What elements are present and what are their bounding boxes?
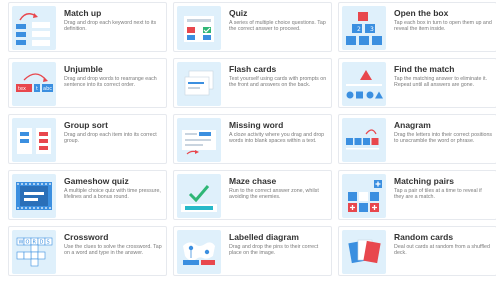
svg-text:2: 2 (357, 26, 361, 33)
template-card-flash-cards[interactable]: Flash cards Test yourself using cards wi… (173, 58, 332, 108)
template-card-match-up[interactable]: Match up Drag and drop each keyword next… (8, 2, 167, 52)
template-title: Open the box (394, 8, 449, 18)
template-description: Drag and drop the pins to their correct … (229, 244, 319, 257)
template-card-anagram[interactable]: Anagram Drag the letters into their corr… (338, 114, 496, 164)
template-description: Drag and drop words to rearrange each se… (64, 76, 157, 89)
template-grid: Match up Drag and drop each keyword next… (0, 0, 496, 281)
quiz-icon (177, 6, 221, 50)
template-card-maze-chase[interactable]: Maze chase Run to the correct answer zon… (173, 170, 332, 220)
find-the-match-icon (342, 62, 386, 106)
template-description: A series of multiple choice questions. T… (229, 20, 326, 33)
anagram-icon (342, 118, 386, 162)
unjumble-word: abc (43, 86, 52, 92)
template-card-quiz[interactable]: Quiz A series of multiple choice questio… (173, 2, 332, 52)
template-description: Drag and drop each item into its correct… (64, 132, 157, 145)
matching-pairs-icon (342, 174, 386, 218)
template-title: Labelled diagram (229, 232, 299, 242)
template-title: Crossword (64, 232, 109, 242)
template-description: A multiple choice quiz with time pressur… (64, 188, 161, 201)
template-card-matching-pairs[interactable]: Matching pairs Tap a pair of tiles at a … (338, 170, 496, 220)
template-title: Missing word (229, 120, 284, 130)
template-card-unjumble[interactable]: tex t abc Unjumble Drag and drop words t… (8, 58, 167, 108)
template-title: Group sort (64, 120, 108, 130)
template-title: Flash cards (229, 64, 277, 74)
template-card-missing-word[interactable]: Missing word A cloze activity where you … (173, 114, 332, 164)
labelled-diagram-icon (177, 230, 221, 274)
open-the-box-icon: 2 3 (342, 6, 386, 50)
template-description: Drag the letters into their correct posi… (394, 132, 493, 145)
random-cards-icon (342, 230, 386, 274)
unjumble-word: tex (18, 86, 26, 92)
template-card-labelled-diagram[interactable]: Labelled diagram Drag and drop the pins … (173, 226, 332, 276)
template-description: Run to the correct answer zone, whilst a… (229, 188, 319, 201)
crossword-letter: O (26, 240, 30, 246)
template-title: Unjumble (64, 64, 103, 74)
group-sort-icon (12, 118, 56, 162)
template-description: Tap a pair of tiles at a time to reveal … (394, 188, 482, 201)
crossword-letter: R (33, 240, 37, 246)
match-up-icon (12, 6, 56, 50)
template-title: Random cards (394, 232, 454, 242)
template-card-find-the-match[interactable]: Find the match Tap the matching answer t… (338, 58, 496, 108)
template-title: Match up (64, 8, 102, 18)
template-title: Quiz (229, 8, 248, 18)
template-title: Anagram (394, 120, 431, 130)
missing-word-icon (177, 118, 221, 162)
template-card-gameshow-quiz[interactable]: Gameshow quiz A multiple choice quiz wit… (8, 170, 167, 220)
template-description: Test yourself using cards with prompts o… (229, 76, 327, 89)
unjumble-icon: tex t abc (12, 62, 56, 106)
crossword-letter: S (47, 240, 50, 246)
template-description: Deal out cards at random from a shuffled… (394, 244, 490, 257)
maze-chase-icon (177, 174, 221, 218)
template-description: Use the clues to solve the crossword. Ta… (64, 244, 162, 257)
template-card-open-the-box[interactable]: 2 3 Open the box Tap each box in turn to… (338, 2, 496, 52)
template-description: A cloze activity where you drag and drop… (229, 132, 325, 145)
crossword-icon: W O R D S (12, 230, 56, 274)
unjumble-word: t (36, 86, 38, 92)
template-card-random-cards[interactable]: Random cards Deal out cards at random fr… (338, 226, 496, 276)
template-description: Tap the matching answer to eliminate it.… (394, 76, 488, 89)
template-card-group-sort[interactable]: Group sort Drag and drop each item into … (8, 114, 167, 164)
template-card-crossword[interactable]: W O R D S Crossword Use the clues to sol… (8, 226, 167, 276)
template-title: Matching pairs (394, 176, 454, 186)
template-title: Maze chase (229, 176, 277, 186)
crossword-letter: D (40, 240, 44, 246)
flash-cards-icon (177, 62, 221, 106)
template-title: Find the match (394, 64, 455, 74)
crossword-letter: W (19, 240, 24, 246)
template-description: Drag and drop each keyword next to its d… (64, 20, 157, 33)
template-description: Tap each box in turn to open them up and… (394, 20, 492, 33)
template-title: Gameshow quiz (64, 176, 129, 186)
gameshow-quiz-icon (12, 174, 56, 218)
svg-text:3: 3 (370, 26, 374, 33)
